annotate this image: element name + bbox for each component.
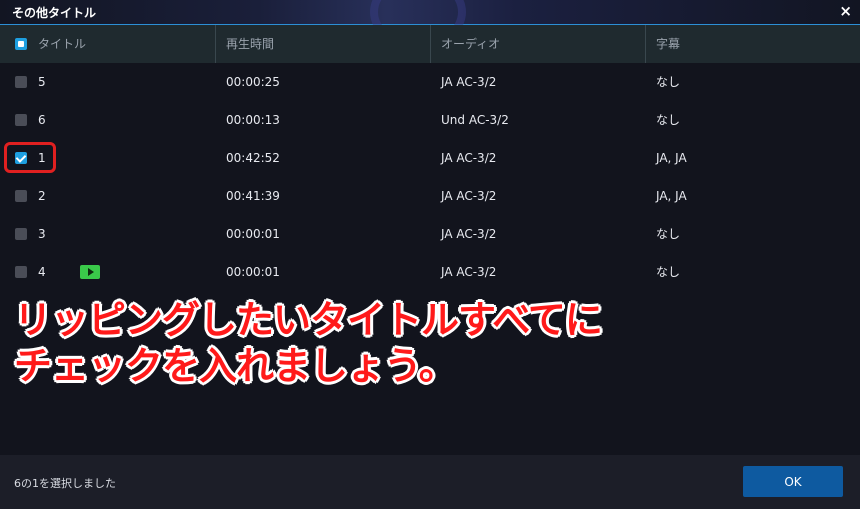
column-separator [430,25,431,63]
audio-value: Und AC-3/2 [441,113,509,127]
row-checkbox[interactable] [15,114,27,126]
annotation-line-1: リッピングしたいタイトルすべてに [14,298,603,342]
highlight-box [4,142,56,173]
duration-value: 00:41:39 [226,189,280,203]
column-separator [645,25,646,63]
table-row[interactable]: 3 00:00:01 JA AC-3/2 なし [0,215,860,253]
row-checkbox[interactable] [15,76,27,88]
title-number: 5 [38,75,46,89]
row-checkbox[interactable] [15,266,27,278]
audio-value: JA AC-3/2 [441,189,497,203]
select-all-checkbox[interactable] [15,38,27,50]
column-header-duration[interactable]: 再生時間 [226,25,274,63]
audio-value: JA AC-3/2 [441,265,497,279]
close-icon[interactable]: × [839,2,852,20]
table-row[interactable]: 1 00:42:52 JA AC-3/2 JA, JA [0,139,860,177]
title-number: 3 [38,227,46,241]
dialog-title: その他タイトル [12,6,97,20]
row-checkbox[interactable] [15,228,27,240]
duration-value: 00:00:13 [226,113,280,127]
table-row[interactable]: 6 00:00:13 Und AC-3/2 なし [0,101,860,139]
title-number: 6 [38,113,46,127]
column-header-title[interactable]: タイトル [38,25,86,63]
title-number: 4 [38,265,46,279]
table-row[interactable]: 2 00:41:39 JA AC-3/2 JA, JA [0,177,860,215]
other-titles-dialog: その他タイトル × タイトル 再生時間 オーディオ 字幕 5 00:00:25 … [0,0,860,509]
duration-value: 00:42:52 [226,151,280,165]
column-header-audio[interactable]: オーディオ [441,25,500,63]
audio-value: JA AC-3/2 [441,75,497,89]
subtitle-value: JA, JA [656,189,687,203]
subtitle-value: なし [656,75,681,89]
column-header-subtitle[interactable]: 字幕 [656,25,680,63]
title-bar: その他タイトル × [0,0,860,50]
subtitle-value: なし [656,227,681,241]
duration-value: 00:00:01 [226,265,280,279]
subtitle-value: JA, JA [656,151,687,165]
subtitle-value: なし [656,265,681,279]
audio-value: JA AC-3/2 [441,227,497,241]
duration-value: 00:00:01 [226,227,280,241]
row-checkbox[interactable] [15,190,27,202]
ok-button[interactable]: OK [743,466,843,497]
annotation-text: リッピングしたいタイトルすべてに チェックを入れましょう。 [14,297,603,389]
table-row[interactable]: 5 00:00:25 JA AC-3/2 なし [0,63,860,101]
table-header: タイトル 再生時間 オーディオ 字幕 [0,25,860,63]
subtitle-value: なし [656,113,681,127]
dialog-footer: 6の1を選択しました OK [0,455,860,509]
play-icon[interactable] [80,265,100,279]
table-row[interactable]: 4 00:00:01 JA AC-3/2 なし [0,253,860,291]
annotation-line-2: チェックを入れましょう。 [14,344,457,388]
title-number: 2 [38,189,46,203]
column-separator [215,25,216,63]
selection-status: 6の1を選択しました [14,477,116,490]
duration-value: 00:00:25 [226,75,280,89]
audio-value: JA AC-3/2 [441,151,497,165]
